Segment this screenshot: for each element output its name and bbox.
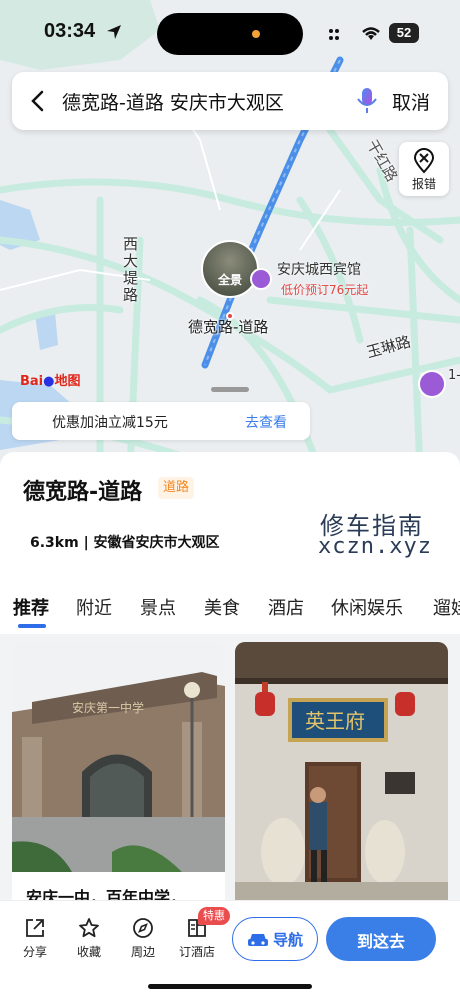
map-roads — [0, 0, 460, 470]
school-gate-photo: 安庆第一中学 — [12, 642, 225, 872]
share-icon — [26, 919, 44, 937]
report-error-button[interactable]: 报错 — [399, 142, 449, 196]
hotel-promo-label[interactable]: 低价预订76元起 — [281, 281, 368, 298]
school-sign-text: 安庆第一中学 — [72, 700, 144, 715]
recommend-feed: 安庆第一中学 安庆一中，百年中学， 英王府 — [0, 634, 460, 922]
tab-leisure[interactable]: 休闲娱乐 — [331, 594, 403, 620]
wifi-icon — [362, 27, 380, 40]
map-view[interactable]: 西大堤路 玉琳路 干红路 全景 安庆城西宾馆 低价预订76元起 德宽路-道路 1… — [0, 0, 460, 470]
tab-nearby[interactable]: 附近 — [76, 594, 112, 620]
map-label-xidadi-road: 西大堤路 — [121, 236, 139, 304]
tab-hotel[interactable]: 酒店 — [268, 594, 304, 620]
navigate-label: 导航 — [273, 931, 304, 949]
favorite-label: 收藏 — [76, 945, 101, 959]
feed-card[interactable]: 安庆第一中学 安庆一中，百年中学， — [12, 642, 225, 922]
feed-card[interactable]: 英王府 — [235, 642, 448, 922]
hotel-pin-icon-right[interactable] — [418, 370, 446, 398]
compass-icon — [133, 918, 153, 938]
tab-scenic[interactable]: 景点 — [140, 594, 176, 620]
report-label: 报错 — [411, 177, 436, 191]
home-indicator[interactable] — [148, 984, 312, 989]
map-road-name-label: 德宽路-道路 — [188, 318, 269, 336]
nearby-button[interactable]: 周边 — [119, 917, 167, 960]
go-here-button[interactable]: 到这去 — [326, 917, 436, 961]
share-button[interactable]: 分享 — [11, 917, 59, 960]
search-query[interactable]: 德宽路-道路 安庆市大观区 — [62, 88, 284, 115]
navigate-button[interactable]: 导航 — [232, 917, 318, 961]
map-label-hotel-right: 1- — [448, 368, 460, 383]
special-offer-badge: 特惠 — [198, 907, 230, 925]
favorite-button[interactable]: 收藏 — [65, 917, 113, 960]
nearby-label: 周边 — [130, 945, 155, 959]
drag-handle[interactable] — [211, 387, 249, 392]
place-distance-address: 6.3km | 安徽省安庆市大观区 — [30, 535, 220, 551]
microphone-icon[interactable] — [356, 86, 378, 116]
place-info-card: 德宽路-道路 道路 6.3km | 安徽省安庆市大观区 修车指南 xczn.xy… — [0, 452, 460, 572]
place-type-badge: 道路 — [158, 477, 195, 499]
fuel-promo-bar[interactable]: 优惠加油立减15元 去查看 — [12, 402, 310, 440]
search-bar[interactable]: 德宽路-道路 安庆市大观区 取消 — [12, 72, 448, 130]
tab-recommend[interactable]: 推荐 — [13, 594, 49, 620]
battery-icon: 52 — [389, 23, 419, 43]
panorama-label: 全景 — [217, 273, 242, 287]
book-hotel-label: 订酒店 — [178, 945, 215, 959]
promo-link[interactable]: 去查看 — [245, 412, 287, 432]
back-arrow-icon[interactable] — [30, 90, 46, 112]
status-bar: 03:34 52 — [0, 0, 460, 62]
hotel-pin-icon[interactable] — [250, 268, 272, 290]
promo-text: 优惠加油立减15元 — [52, 415, 168, 431]
tab-food[interactable]: 美食 — [204, 594, 240, 620]
map-pin-x-icon — [413, 148, 435, 174]
cancel-button[interactable]: 取消 — [392, 88, 430, 115]
tab-kids[interactable]: 遛娃 — [433, 594, 460, 620]
privacy-dot-icon — [252, 30, 260, 38]
watermark-url: xczn.xyz — [318, 534, 432, 559]
go-here-label: 到这去 — [356, 932, 405, 951]
location-arrow-icon — [107, 25, 121, 39]
mansion-photo: 英王府 — [235, 642, 448, 922]
star-icon — [79, 918, 99, 938]
category-tabs: 推荐 附近 景点 美食 酒店 休闲娱乐 遛娃 — [0, 572, 460, 634]
baidu-map-logo: Bai●地图 — [20, 374, 81, 389]
dynamic-island — [157, 13, 303, 55]
status-time: 03:34 — [44, 20, 96, 42]
panorama-thumbnail[interactable]: 全景 — [201, 240, 259, 298]
cellular-signal-icon — [329, 29, 339, 40]
tab-active-indicator — [18, 624, 46, 628]
car-icon — [248, 934, 268, 946]
hotel-name-label[interactable]: 安庆城西宾馆 — [277, 259, 361, 279]
share-label: 分享 — [22, 945, 47, 959]
mansion-sign-text: 英王府 — [305, 709, 365, 733]
place-title: 德宽路-道路 — [23, 480, 143, 505]
